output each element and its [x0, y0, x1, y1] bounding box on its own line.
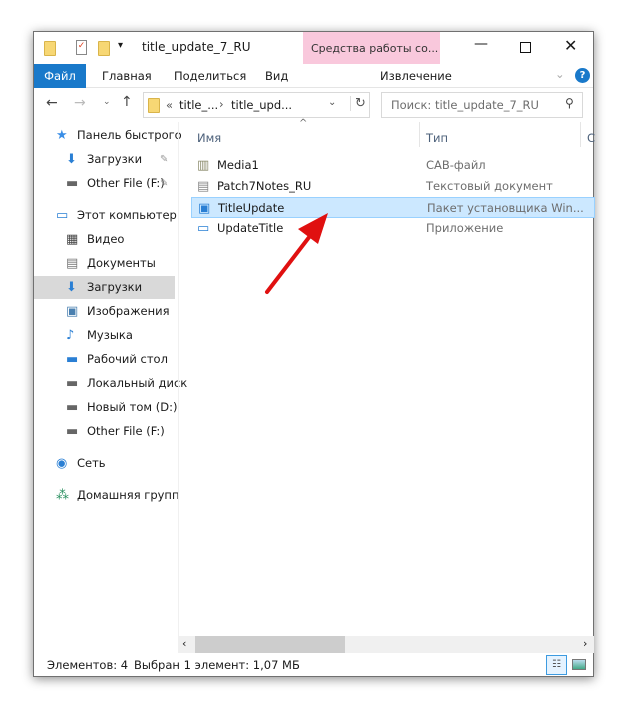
red-arrow-annotation [265, 213, 328, 294]
